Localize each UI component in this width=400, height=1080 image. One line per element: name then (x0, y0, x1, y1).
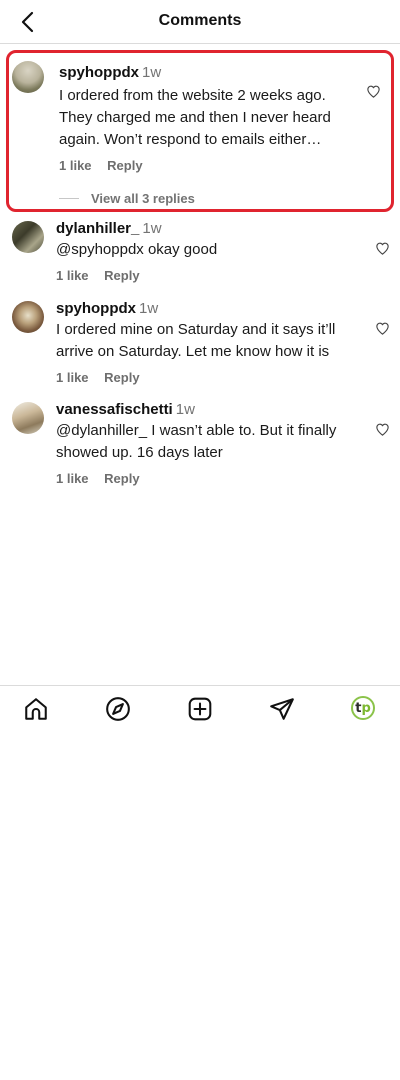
comment-item: spyhoppdx 1w I ordered from the website 2… (6, 50, 394, 212)
explore-icon[interactable] (105, 696, 131, 722)
comment-username[interactable]: spyhoppdx (59, 64, 139, 81)
comment-actions: 1 like Reply (56, 370, 400, 388)
comment-header: spyhoppdx 1w (59, 53, 391, 83)
likes-count[interactable]: 1 like (56, 268, 89, 283)
avatar[interactable] (12, 61, 44, 93)
replies-divider (59, 198, 79, 199)
reply-button[interactable]: Reply (107, 158, 142, 173)
reply-button[interactable]: Reply (104, 370, 139, 385)
reply-button[interactable]: Reply (104, 268, 139, 283)
home-icon[interactable] (23, 696, 49, 722)
profile-avatar[interactable]: tp (351, 696, 377, 722)
comment-text: @dylanhiller_ I wasn’t able to. But it f… (56, 422, 337, 461)
comment-list: spyhoppdx 1w I ordered from the website 2… (0, 50, 400, 501)
comment-item: spyhoppdx 1w I ordered mine on Saturday a… (0, 299, 400, 400)
comment-text: I ordered from the website 2 weeks ago. … (59, 87, 331, 148)
comment-username[interactable]: dylanhiller_ (56, 220, 139, 237)
avatar[interactable] (12, 301, 44, 333)
avatar[interactable] (12, 221, 44, 253)
heart-icon[interactable] (375, 321, 390, 336)
page-title: Comments (158, 12, 242, 29)
comment-time: 1w (142, 64, 162, 81)
comment-text: @spyhoppdx okay good (56, 241, 218, 258)
comment-time: 1w (142, 220, 162, 237)
avatar[interactable] (12, 402, 44, 434)
likes-count[interactable]: 1 like (59, 158, 92, 173)
comment-username[interactable]: vanessafischetti (56, 401, 173, 418)
profile-logo: tp (351, 696, 375, 720)
heart-icon[interactable] (375, 241, 390, 256)
direct-icon[interactable] (269, 696, 295, 722)
comment-actions: 1 like Reply (56, 268, 400, 286)
comment-username[interactable]: spyhoppdx (56, 300, 136, 317)
comment-time: 1w (175, 401, 195, 418)
comment-header: spyhoppdx 1w (56, 299, 400, 319)
header-bar: Comments (0, 0, 400, 44)
profile-initial-p: p (361, 700, 371, 716)
reply-button[interactable]: Reply (104, 471, 139, 486)
comment-time: 1w (139, 300, 159, 317)
comment-header: dylanhiller_ 1w (56, 219, 400, 239)
comment-header: vanessafischetti 1w (56, 400, 400, 420)
heart-icon[interactable] (366, 84, 381, 99)
comment-item: vanessafischetti 1w @dylanhiller_ I wasn’… (0, 400, 400, 501)
create-icon[interactable] (187, 696, 213, 722)
comment-item: dylanhiller_ 1w @spyhoppdx okay good 1 li… (0, 219, 400, 299)
comment-actions: 1 like Reply (59, 158, 391, 176)
likes-count[interactable]: 1 like (56, 471, 89, 486)
likes-count[interactable]: 1 like (56, 370, 89, 385)
heart-icon[interactable] (375, 422, 390, 437)
view-replies-label: View all 3 replies (91, 191, 195, 206)
comment-text: I ordered mine on Saturday and it says i… (56, 321, 336, 360)
comment-actions: 1 like Reply (56, 471, 400, 489)
bottom-nav: tp (0, 685, 400, 731)
view-replies-link[interactable]: View all 3 replies (59, 191, 391, 206)
